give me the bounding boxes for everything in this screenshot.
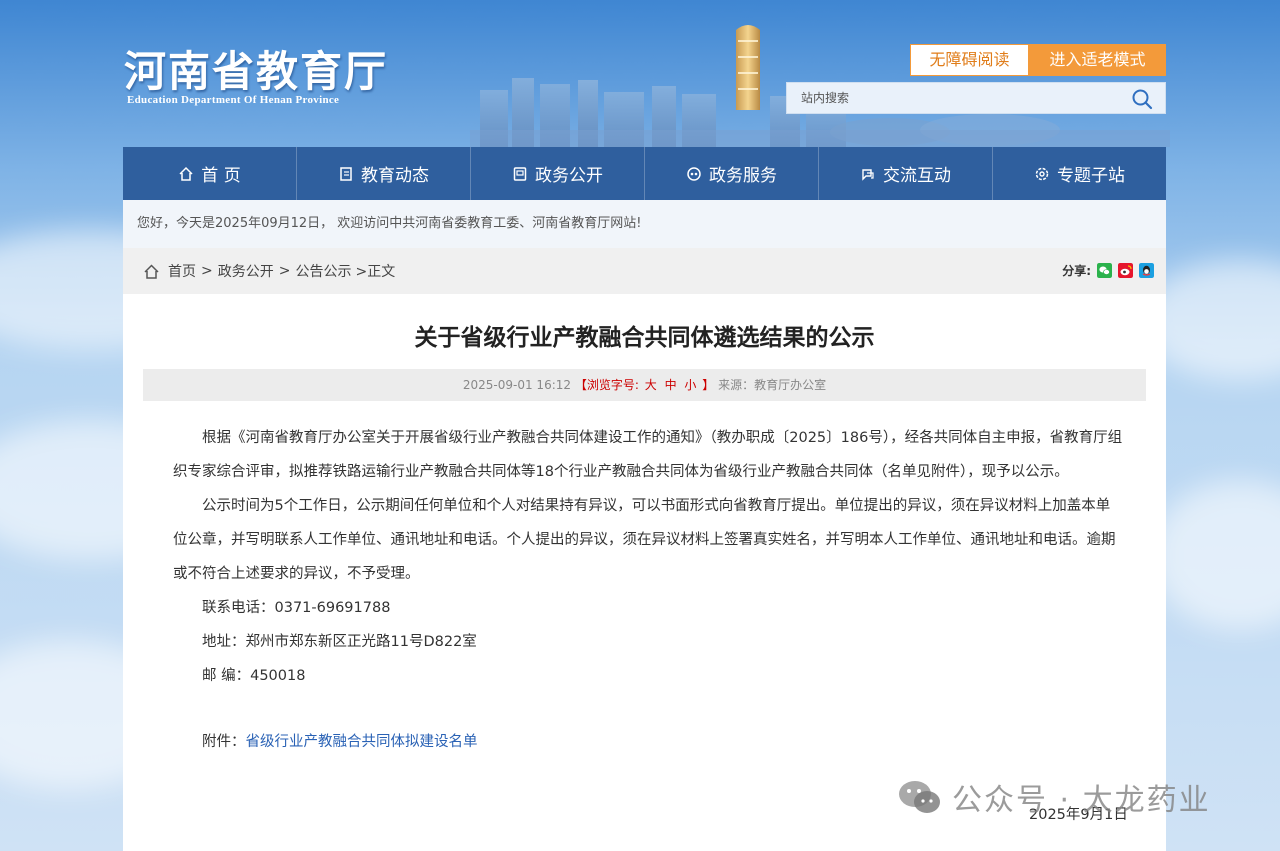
- breadcrumb-home-link[interactable]: 首页: [168, 261, 196, 281]
- nav-item-label: 交流互动: [883, 166, 951, 186]
- welcome-bar: 您好，今天是2025年09月12日， 欢迎访问中共河南省委教育工委、河南省教育厅…: [123, 200, 1166, 248]
- service-icon: [687, 166, 701, 181]
- nav-item-label: 政务服务: [709, 166, 777, 186]
- share-bar: 分享:: [1062, 262, 1154, 279]
- article-body: 根据《河南省教育厅办公室关于开展省级行业产教融合共同体建设工作的通知》（教办职成…: [173, 421, 1123, 759]
- article-meta: 2025-09-01 16:12 【浏览字号: 大 中 小 】 来源：教育厅办公…: [143, 369, 1146, 401]
- breadcrumb-separator: >: [278, 263, 291, 279]
- watermark: 公众号 · 太龙药业: [896, 775, 1211, 819]
- document-icon: [340, 166, 352, 181]
- site-header: 河南省教育厅 Education Department Of Henan Pro…: [0, 0, 1280, 147]
- wechat-share-icon[interactable]: [1097, 263, 1112, 278]
- nav-item-government-services[interactable]: 政务服务: [645, 147, 819, 200]
- font-size-large-link[interactable]: 大: [645, 378, 657, 392]
- site-logo-english: Education Department Of Henan Province: [127, 94, 340, 106]
- article-panel: 首页 > 政务公开 > 公告公示 >正文 分享: 关于省级行业产教融合共同体遴选…: [123, 248, 1166, 851]
- share-label: 分享:: [1062, 264, 1091, 278]
- breadcrumb-government-affairs-link[interactable]: 政务公开: [218, 261, 274, 281]
- home-icon: [144, 263, 159, 279]
- qq-share-icon[interactable]: [1139, 263, 1154, 278]
- search-box: [786, 82, 1166, 114]
- font-size-close-bracket: 】: [702, 378, 715, 392]
- article-title: 关于省级行业产教融合共同体遴选结果的公示: [414, 325, 875, 351]
- nav-item-interaction[interactable]: 交流互动: [819, 147, 993, 200]
- nav-item-government-affairs[interactable]: 政务公开: [471, 147, 645, 200]
- wechat-logo-icon: [899, 781, 940, 813]
- nav-item-label: 政务公开: [535, 166, 603, 186]
- home-icon: [179, 166, 193, 181]
- breadcrumb-separator: >: [201, 263, 213, 279]
- breadcrumb-announcements-link[interactable]: 公告公示: [295, 261, 351, 281]
- search-icon[interactable]: [1131, 88, 1153, 110]
- attachment-row: 附件：省级行业产教融合共同体拟建设名单: [173, 725, 1123, 759]
- font-size-medium-link[interactable]: 中: [665, 378, 677, 392]
- mode-buttons: 无障碍阅读 进入适老模式: [910, 44, 1166, 76]
- contact-postcode: 邮 编：450018: [202, 668, 306, 684]
- nav-item-label: 首 页: [201, 166, 241, 186]
- article-paragraph: 根据《河南省教育厅办公室关于开展省级行业产教融合共同体建设工作的通知》（教办职成…: [173, 430, 1123, 480]
- watermark-text: 公众号 · 太龙药业: [952, 783, 1211, 818]
- elder-mode-button[interactable]: 进入适老模式: [1029, 44, 1166, 76]
- breadcrumb: 首页 > 政务公开 > 公告公示 >正文 分享:: [123, 248, 1166, 294]
- font-size-small-link[interactable]: 小: [684, 378, 696, 392]
- contact-address: 地址：郑州市郑东新区正光路11号D822室: [202, 634, 477, 650]
- contact-phone: 联系电话：0371-69691788: [202, 600, 391, 616]
- publish-date: 2025-09-01 16:12: [462, 378, 572, 392]
- nav-item-home[interactable]: 首 页: [123, 147, 297, 200]
- folder-icon: [513, 166, 527, 181]
- article-source: 来源：教育厅办公室: [718, 378, 827, 392]
- background-cloud: [1150, 480, 1280, 630]
- nav-item-special-sites[interactable]: 专题子站: [993, 147, 1166, 200]
- chat-icon: [862, 168, 874, 181]
- attachment-label: 附件：: [202, 734, 246, 750]
- article-paragraph: 公示时间为5个工作日，公示期间任何单位和个人对结果持有异议，可以书面形式向省教育…: [173, 498, 1116, 582]
- font-size-label: 【浏览字号:: [574, 378, 639, 392]
- attachment-link[interactable]: 省级行业产教融合共同体拟建设名单: [246, 734, 478, 750]
- site-logo-chinese[interactable]: 河南省教育厅: [124, 38, 388, 99]
- gear-icon: [1035, 167, 1049, 180]
- accessibility-reading-button[interactable]: 无障碍阅读: [910, 44, 1029, 76]
- nav-item-education-news[interactable]: 教育动态: [297, 147, 471, 200]
- main-nav: 首 页 教育动态 政务公开 政务服务 交流互动 专题子站: [123, 147, 1166, 200]
- weibo-share-icon[interactable]: [1118, 263, 1133, 278]
- breadcrumb-current: >正文: [355, 264, 396, 280]
- nav-item-label: 专题子站: [1057, 166, 1125, 186]
- nav-item-label: 教育动态: [361, 166, 429, 186]
- search-input[interactable]: [787, 83, 1107, 113]
